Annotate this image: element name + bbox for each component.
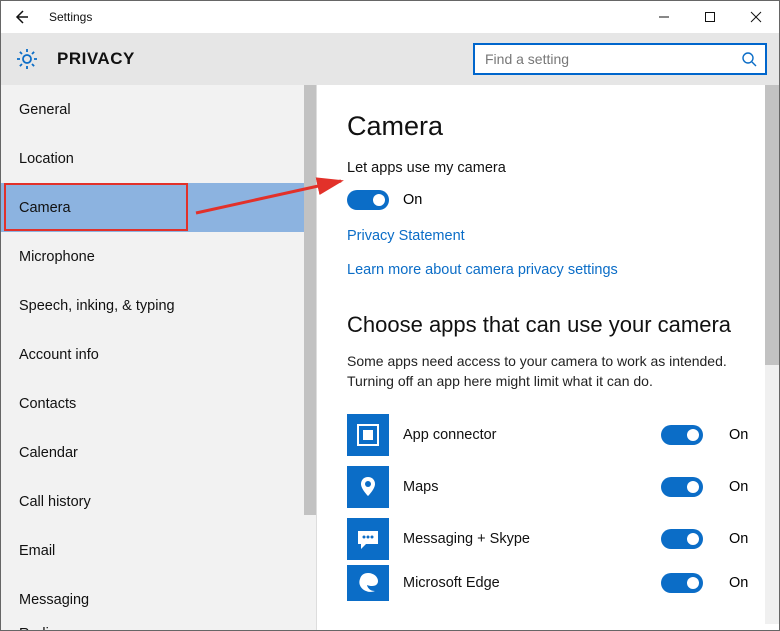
titlebar: Settings — [1, 1, 779, 33]
back-button[interactable] — [1, 1, 41, 33]
app-name: Maps — [403, 479, 661, 495]
app-toggle-label: On — [729, 427, 755, 443]
sidebar-item-label: Account info — [19, 347, 99, 363]
content: Camera Let apps use my camera On Privacy… — [317, 85, 779, 630]
app-toggle[interactable] — [661, 425, 703, 445]
choose-desc: Some apps need access to your camera to … — [347, 352, 755, 391]
sidebar-scrollbar[interactable] — [304, 85, 316, 515]
back-arrow-icon — [12, 8, 30, 26]
app-name: App connector — [403, 427, 661, 443]
sidebar-item-camera[interactable]: Camera — [1, 183, 316, 232]
app-row-app-connector: App connector On — [347, 409, 755, 461]
sidebar-item-label: Radios — [19, 626, 64, 630]
sidebar-item-messaging[interactable]: Messaging — [1, 575, 316, 624]
app-toggle-label: On — [729, 479, 755, 495]
edge-icon — [347, 565, 389, 601]
sidebar-item-label: Camera — [19, 200, 71, 216]
page-title: Camera — [347, 111, 755, 142]
sidebar-item-label: Microphone — [19, 249, 95, 265]
app-connector-icon — [347, 414, 389, 456]
master-toggle[interactable] — [347, 190, 389, 210]
messaging-icon — [347, 518, 389, 560]
close-icon — [750, 11, 762, 23]
sidebar-item-microphone[interactable]: Microphone — [1, 232, 316, 281]
sidebar-item-label: Speech, inking, & typing — [19, 298, 175, 314]
app-toggle[interactable] — [661, 477, 703, 497]
search-box[interactable] — [473, 43, 767, 75]
master-toggle-row: On — [347, 190, 755, 210]
body: General Location Camera Microphone Speec… — [1, 85, 779, 630]
sidebar-item-label: Calendar — [19, 445, 78, 461]
choose-heading: Choose apps that can use your camera — [347, 312, 755, 338]
sidebar-item-label: Call history — [19, 494, 91, 510]
sidebar-item-radios[interactable]: Radios — [1, 624, 316, 630]
app-name: Messaging + Skype — [403, 531, 661, 547]
sidebar-item-calendar[interactable]: Calendar — [1, 428, 316, 477]
app-row-messaging: Messaging + Skype On — [347, 513, 755, 565]
minimize-button[interactable] — [641, 1, 687, 33]
gear-icon — [15, 47, 39, 71]
sidebar-item-label: General — [19, 102, 71, 118]
sidebar-item-label: Messaging — [19, 592, 89, 608]
sidebar-item-call-history[interactable]: Call history — [1, 477, 316, 526]
app-toggle-label: On — [729, 575, 755, 591]
sidebar-item-email[interactable]: Email — [1, 526, 316, 575]
settings-window: Settings PRIVACY General L — [0, 0, 780, 631]
app-toggle-label: On — [729, 531, 755, 547]
app-row-maps: Maps On — [347, 461, 755, 513]
sidebar-item-label: Email — [19, 543, 55, 559]
search-icon — [741, 51, 757, 67]
sidebar-item-speech[interactable]: Speech, inking, & typing — [1, 281, 316, 330]
lead-text: Let apps use my camera — [347, 160, 755, 176]
maps-icon — [347, 466, 389, 508]
sidebar-item-contacts[interactable]: Contacts — [1, 379, 316, 428]
learn-more-link[interactable]: Learn more about camera privacy settings — [347, 262, 755, 278]
master-toggle-label: On — [403, 192, 422, 208]
app-row-edge: Microsoft Edge On — [347, 565, 755, 601]
app-toggle[interactable] — [661, 529, 703, 549]
sidebar-item-label: Contacts — [19, 396, 76, 412]
sidebar-item-general[interactable]: General — [1, 85, 316, 134]
minimize-icon — [658, 11, 670, 23]
content-scrollbar-thumb[interactable] — [765, 85, 779, 365]
sidebar: General Location Camera Microphone Speec… — [1, 85, 317, 630]
sidebar-item-account-info[interactable]: Account info — [1, 330, 316, 379]
search-input[interactable] — [483, 50, 741, 68]
privacy-statement-link[interactable]: Privacy Statement — [347, 228, 755, 244]
window-title: Settings — [49, 10, 92, 24]
maximize-button[interactable] — [687, 1, 733, 33]
header: PRIVACY — [1, 33, 779, 85]
content-scrollbar[interactable] — [765, 85, 779, 624]
sidebar-item-label: Location — [19, 151, 74, 167]
maximize-icon — [704, 11, 716, 23]
sidebar-item-location[interactable]: Location — [1, 134, 316, 183]
app-toggle[interactable] — [661, 573, 703, 593]
section-title: PRIVACY — [57, 49, 135, 69]
app-name: Microsoft Edge — [403, 575, 661, 591]
close-button[interactable] — [733, 1, 779, 33]
